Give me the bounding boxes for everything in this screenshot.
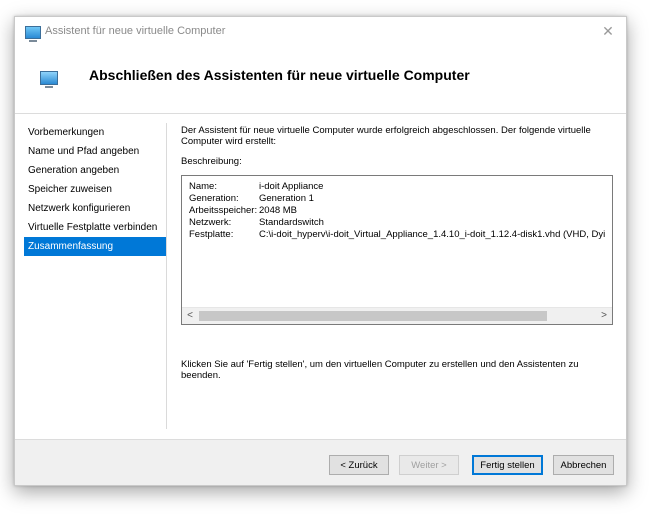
window-title: Assistent für neue virtuelle Computer — [45, 25, 226, 37]
description-row: Arbeitsspeicher: 2048 MB — [189, 205, 612, 217]
nav-item-netzwerk[interactable]: Netzwerk konfigurieren — [24, 199, 166, 218]
outro-text: Klicken Sie auf 'Fertig stellen', um den… — [181, 359, 579, 381]
description-label: Beschreibung: — [181, 156, 242, 167]
description-row: Festplatte: C:\i-doit_hyperv\i-doit_Virtu… — [189, 229, 612, 241]
description-box[interactable]: Name: i-doit Appliance Generation: Generat… — [181, 175, 613, 325]
content-area: Der Assistent für neue virtuelle Compute… — [181, 125, 621, 381]
nav-item-name-und-pfad[interactable]: Name und Pfad angeben — [24, 142, 166, 161]
nav-item-generation[interactable]: Generation angeben — [24, 161, 166, 180]
description-list: Name: i-doit Appliance Generation: Generat… — [189, 181, 612, 306]
description-key: Arbeitsspeicher: — [189, 205, 258, 216]
description-key: Generation: — [189, 193, 239, 204]
virtual-machine-icon — [40, 71, 58, 88]
nav-item-vorbemerkungen[interactable]: Vorbemerkungen — [24, 123, 166, 142]
description-key: Netzwerk: — [189, 217, 232, 228]
button-bar: < Zurück Weiter > Fertig stellen Abbrech… — [15, 440, 626, 485]
wizard-steps-nav: Vorbemerkungen Name und Pfad angeben Gen… — [24, 123, 166, 256]
description-value: 2048 MB — [259, 205, 298, 216]
nav-item-speicher[interactable]: Speicher zuweisen — [24, 180, 166, 199]
description-value: C:\i-doit_hyperv\i-doit_Virtual_Applianc… — [259, 229, 606, 240]
nav-divider — [166, 123, 167, 429]
close-button[interactable]: ✕ — [600, 22, 616, 40]
wizard-window: Assistent für neue virtuelle Computer ✕ … — [14, 16, 627, 486]
cancel-button[interactable]: Abbrechen — [553, 455, 614, 475]
description-value: i-doit Appliance — [259, 181, 324, 192]
virtual-machine-icon — [25, 26, 41, 42]
header-divider — [15, 113, 626, 114]
description-row: Name: i-doit Appliance — [189, 181, 612, 193]
description-row: Netzwerk: Standardswitch — [189, 217, 612, 229]
description-value: Generation 1 — [259, 193, 314, 204]
horizontal-scrollbar[interactable]: < > — [182, 307, 612, 324]
nav-item-zusammenfassung[interactable]: Zusammenfassung — [24, 237, 166, 256]
chevron-right-icon[interactable]: > — [596, 308, 612, 324]
description-key: Festplatte: — [189, 229, 234, 240]
page-title: Abschließen des Assistenten für neue vir… — [89, 67, 470, 83]
chevron-left-icon[interactable]: < — [182, 308, 198, 324]
scrollbar-thumb[interactable] — [199, 311, 547, 321]
next-button[interactable]: Weiter > — [399, 455, 459, 475]
title-bar[interactable]: Assistent für neue virtuelle Computer ✕ — [15, 17, 626, 47]
wizard-header: Abschließen des Assistenten für neue vir… — [15, 47, 626, 113]
description-row: Generation: Generation 1 — [189, 193, 612, 205]
intro-text: Der Assistent für neue virtuelle Compute… — [181, 125, 591, 147]
finish-button[interactable]: Fertig stellen — [472, 455, 543, 475]
nav-item-festplatte[interactable]: Virtuelle Festplatte verbinden — [24, 218, 166, 237]
back-button[interactable]: < Zurück — [329, 455, 389, 475]
description-value: Standardswitch — [259, 217, 324, 228]
description-key: Name: — [189, 181, 217, 192]
